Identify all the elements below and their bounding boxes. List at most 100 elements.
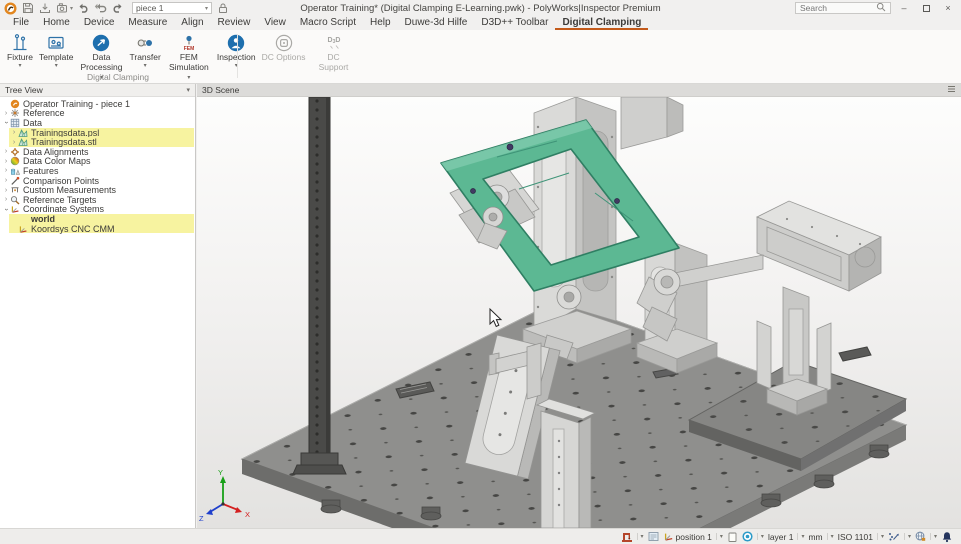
- chevron-right-icon[interactable]: ›: [2, 177, 10, 184]
- tree-item-data[interactable]: › Data: [0, 118, 195, 128]
- tree-item-data-alignments[interactable]: › Data Alignments: [0, 147, 195, 157]
- transfer-icon: [135, 32, 155, 53]
- tree-panel-header[interactable]: Tree View ▾: [0, 84, 195, 97]
- menu-device[interactable]: Device: [77, 17, 122, 30]
- transfer-button[interactable]: Transfer ▾: [126, 30, 163, 70]
- maximize-button[interactable]: [915, 0, 937, 16]
- tree-item-project[interactable]: Operator Training - piece 1: [0, 99, 195, 109]
- fixture-button[interactable]: Fixture ▾: [4, 30, 36, 70]
- chevron-right-icon[interactable]: ›: [2, 148, 10, 155]
- chevron-down-icon[interactable]: ▾: [826, 533, 834, 540]
- chevron-down-icon: ▾: [143, 62, 147, 69]
- tree-item-world[interactable]: world: [0, 214, 195, 224]
- chevron-down-icon[interactable]: ▾: [756, 533, 764, 540]
- report-panel-button[interactable]: [648, 531, 659, 542]
- scene-panel-header: 3D Scene: [197, 84, 961, 97]
- chevron-down-icon[interactable]: ▾: [797, 533, 804, 540]
- undo-all-button[interactable]: [94, 2, 107, 15]
- language-selector[interactable]: ▾: [915, 531, 937, 542]
- tree-item-reference[interactable]: › Reference: [0, 108, 195, 118]
- dc-support-button: D3D DC Support: [309, 30, 359, 72]
- tree-item-comparison-points[interactable]: › Comparison Points: [0, 176, 195, 186]
- redo-button[interactable]: [111, 2, 124, 15]
- menu-help[interactable]: Help: [363, 17, 398, 30]
- menu-home[interactable]: Home: [36, 17, 77, 30]
- chevron-down-icon[interactable]: ▾: [636, 533, 644, 540]
- chevron-down-icon[interactable]: ▾: [715, 533, 723, 540]
- menu-duwe3d-hilfe[interactable]: Duwe-3d Hilfe: [398, 17, 475, 30]
- piece-selector[interactable]: piece 1 ▾: [132, 2, 213, 14]
- features-icon: [11, 168, 20, 175]
- units-selector[interactable]: mm ▾: [808, 532, 833, 542]
- svg-text:D3D: D3D: [327, 37, 340, 45]
- chevron-down-icon[interactable]: ▾: [929, 533, 937, 540]
- tree-item-koordsys-cnc-cmm[interactable]: Koordsys CNC CMM: [0, 224, 195, 234]
- undo-button[interactable]: [77, 2, 90, 15]
- clipboard-button[interactable]: [727, 531, 738, 542]
- menu-view[interactable]: View: [257, 17, 293, 30]
- tree-panel: Tree View ▾ Operator Training - piece 1 …: [0, 84, 196, 528]
- import-button[interactable]: [38, 2, 51, 15]
- tree-item-coordinate-systems[interactable]: › Coordinate Systems: [0, 204, 195, 214]
- chevron-down-icon[interactable]: ▾: [903, 533, 911, 540]
- menu-review[interactable]: Review: [211, 17, 258, 30]
- search-input[interactable]: [796, 3, 876, 13]
- chevron-right-icon[interactable]: ›: [2, 196, 10, 203]
- close-button[interactable]: ×: [937, 0, 959, 16]
- layer-selector[interactable]: layer 1 ▾: [768, 532, 805, 542]
- reference-targets-icon: [10, 195, 20, 205]
- polyworks-logo-icon[interactable]: [4, 2, 17, 15]
- 3d-viewport[interactable]: Y X Z: [197, 97, 961, 528]
- tree-view: Operator Training - piece 1 › Reference …: [0, 97, 195, 234]
- notifications-button[interactable]: [941, 531, 953, 543]
- menubar: File Home Device Measure Align Review Vi…: [0, 16, 961, 30]
- tree-item-trainingsdata-psl[interactable]: › Trainingsdata.psl: [0, 128, 195, 138]
- menu-macro-script[interactable]: Macro Script: [293, 17, 363, 30]
- device-selector[interactable]: ▾: [621, 531, 644, 543]
- axis-y-label: Y: [218, 468, 223, 477]
- search-box[interactable]: [795, 2, 891, 14]
- axis-triad: Y X Z: [199, 468, 250, 523]
- chevron-down-icon: ▾: [205, 5, 209, 12]
- menu-measure[interactable]: Measure: [121, 17, 174, 30]
- save-button[interactable]: [21, 2, 34, 15]
- menu-digital-clamping[interactable]: Digital Clamping: [555, 17, 649, 30]
- chevron-right-icon[interactable]: ›: [2, 158, 10, 165]
- chevron-right-icon[interactable]: ›: [10, 129, 18, 136]
- standard-label: ISO 1101: [837, 531, 873, 542]
- minimize-button[interactable]: –: [893, 0, 915, 16]
- probe-selector[interactable]: ▾: [742, 531, 764, 542]
- template-icon: [46, 32, 66, 53]
- point-display-selector[interactable]: ▾: [888, 531, 911, 542]
- points-icon: [888, 533, 899, 541]
- comparison-points-icon: [11, 176, 20, 185]
- chevron-right-icon[interactable]: ›: [10, 139, 18, 146]
- chevron-down-icon: ▾: [18, 62, 22, 69]
- position-selector[interactable]: position 1 ▾: [663, 531, 723, 542]
- tree-item-reference-targets[interactable]: › Reference Targets: [0, 195, 195, 205]
- chevron-right-icon[interactable]: ›: [2, 167, 10, 174]
- ribbon: Fixture ▾ Template ▾ Data Processing ▾ T…: [0, 30, 961, 84]
- tree-item-trainingsdata-stl[interactable]: › Trainingsdata.stl: [0, 137, 195, 147]
- piece-selector-value: piece 1: [136, 3, 164, 13]
- menu-file[interactable]: File: [6, 17, 36, 30]
- pin-panel-icon[interactable]: [947, 85, 956, 95]
- menu-align[interactable]: Align: [174, 17, 210, 30]
- tree-item-custom-measurements[interactable]: › Custom Measurements: [0, 185, 195, 195]
- chevron-down-icon[interactable]: ▾: [186, 86, 190, 94]
- chevron-right-icon[interactable]: ›: [2, 187, 10, 194]
- chevron-expanded-icon[interactable]: ›: [3, 119, 10, 127]
- menu-d3d-toolbar[interactable]: D3D++ Toolbar: [474, 17, 555, 30]
- standard-selector[interactable]: ISO 1101 ▾: [838, 532, 884, 542]
- chevron-right-icon[interactable]: ›: [2, 110, 10, 117]
- mouse-cursor: [489, 307, 503, 328]
- data-color-maps-icon: [10, 157, 20, 166]
- chevron-down-icon[interactable]: ▾: [70, 5, 73, 12]
- template-button[interactable]: Template ▾: [36, 30, 77, 70]
- chevron-down-icon[interactable]: ▾: [876, 533, 884, 540]
- tree-item-features[interactable]: › Features: [0, 166, 195, 176]
- lock-snapshot-icon[interactable]: [216, 2, 229, 15]
- share-button[interactable]: [55, 2, 68, 15]
- chevron-expanded-icon[interactable]: ›: [3, 205, 10, 213]
- tree-item-data-color-maps[interactable]: › Data Color Maps: [0, 156, 195, 166]
